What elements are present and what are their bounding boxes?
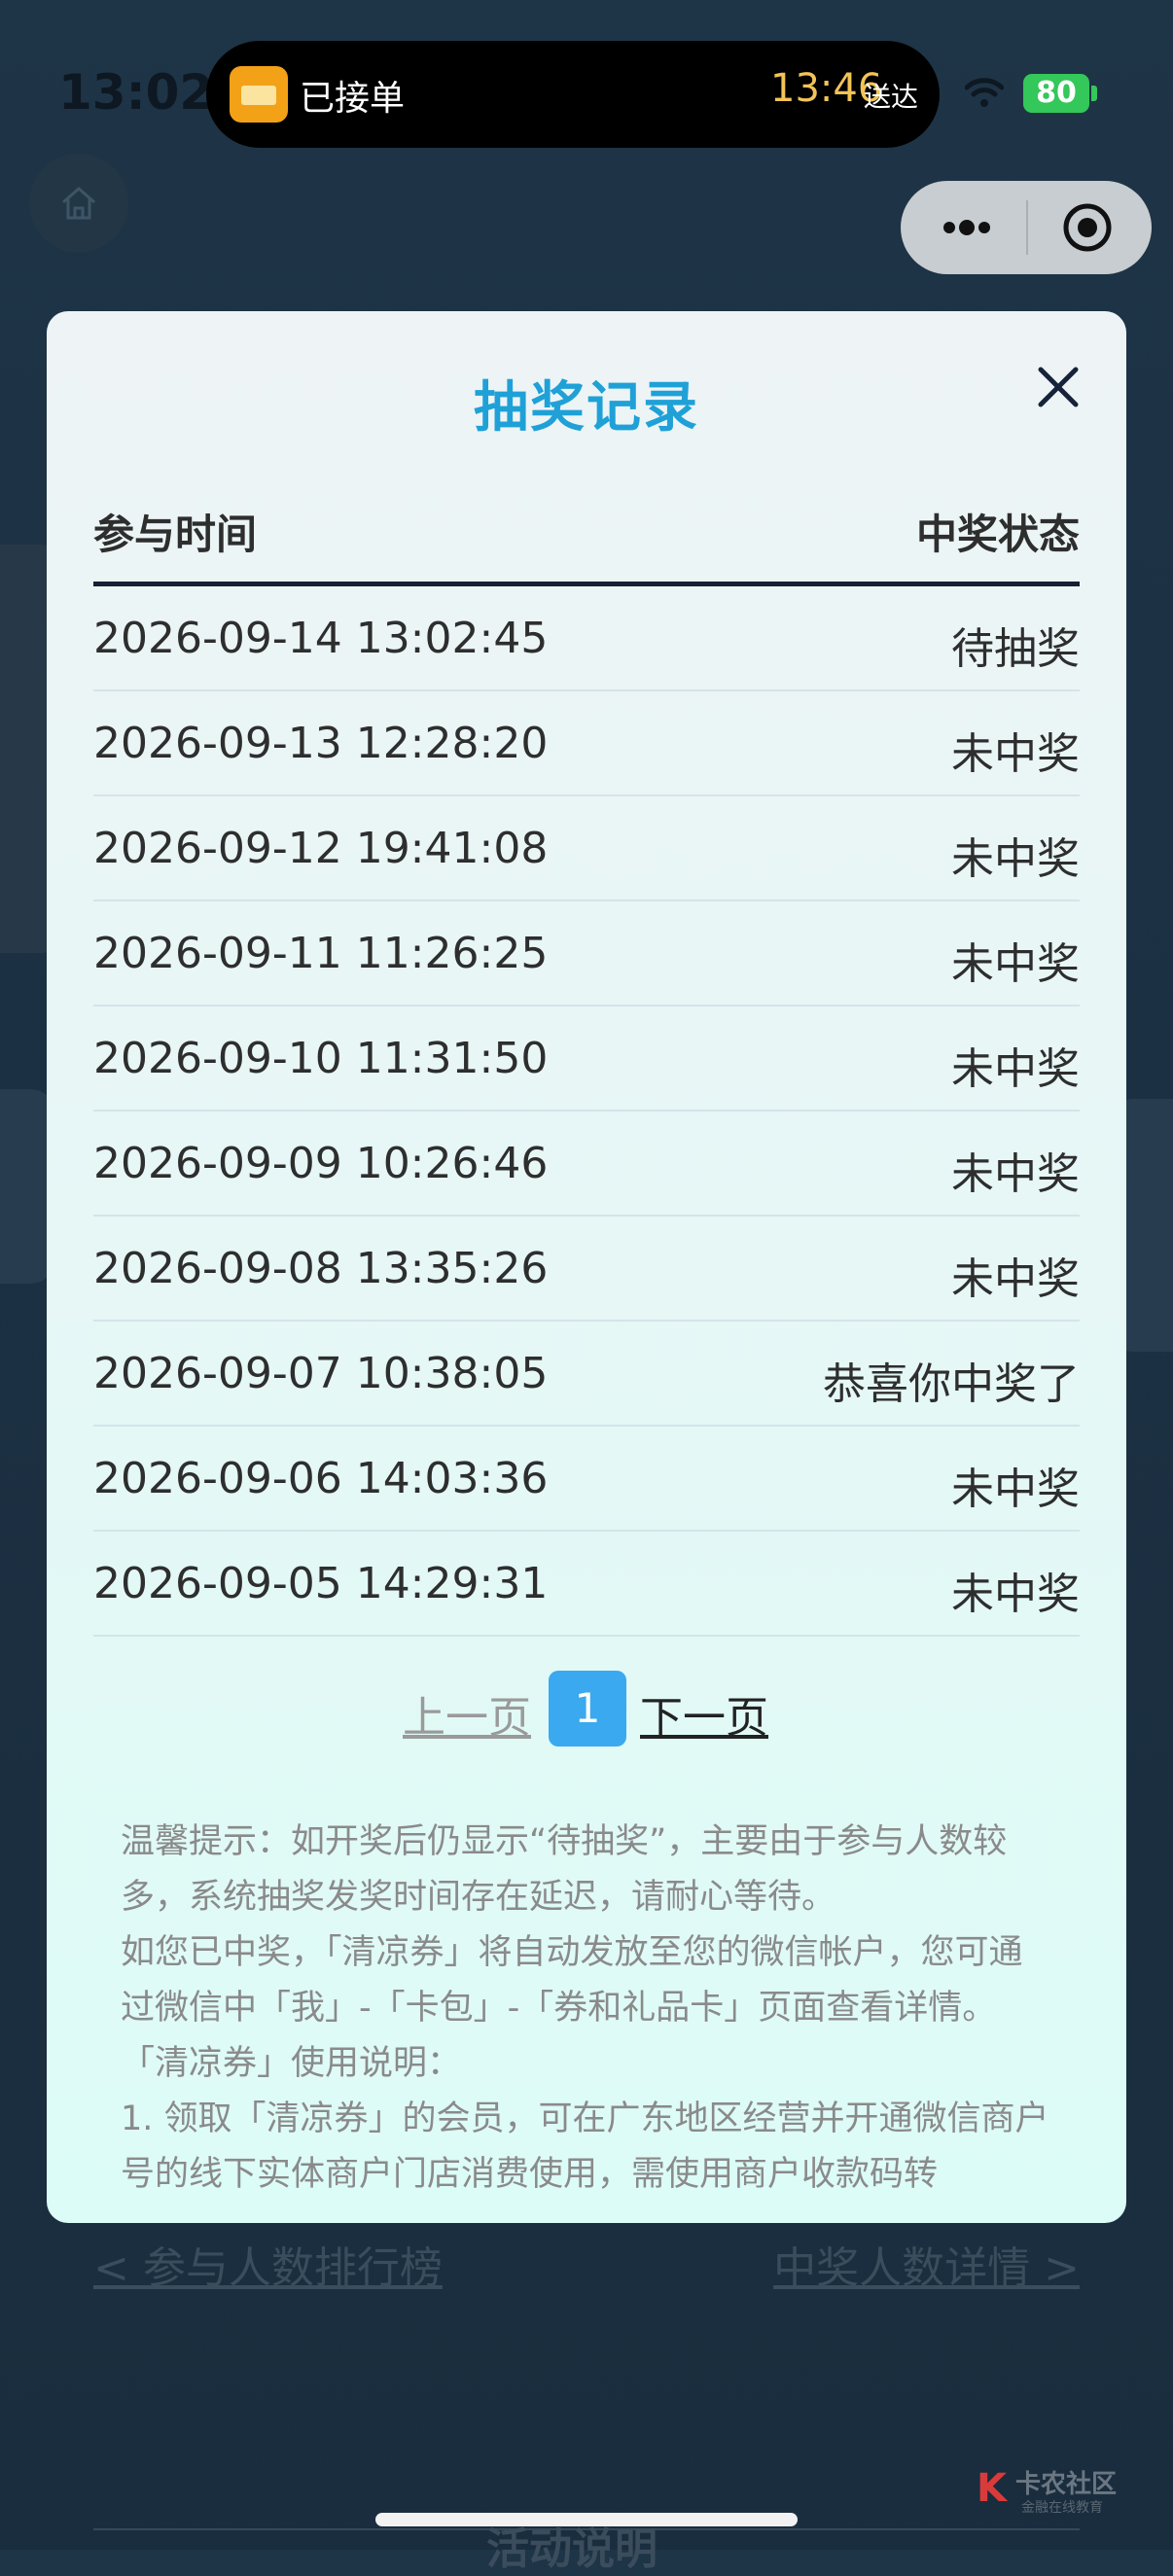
table-row: 2026-09-12 19:41:08 未中奖 — [93, 796, 1080, 901]
tip-paragraph: 如您已中奖，「清凉券」将自动发放至您的微信帐户，您可通过微信中「我」-「卡包」-… — [121, 1933, 1023, 2028]
tips-text: 温馨提示：如开奖后仍显示“待抽奖”，主要由于参与人数较多，系统抽奖发奖时间存在延… — [121, 1815, 1052, 2203]
participation-time: 2026-09-14 13:02:45 — [93, 614, 549, 663]
home-icon — [62, 187, 95, 220]
order-status: 已接单 — [300, 79, 406, 119]
home-button[interactable] — [29, 154, 128, 253]
prize-status: 未中奖 — [951, 1149, 1080, 1199]
delivery-app-icon — [230, 66, 288, 123]
table-row: 2026-09-07 10:38:05 恭喜你中奖了 — [93, 1322, 1080, 1427]
ranking-link[interactable]: < 参与人数排行榜 — [93, 2233, 443, 2295]
mini-program-capsule — [901, 181, 1152, 274]
participation-time: 2026-09-06 14:03:36 — [93, 1454, 549, 1503]
status-time: 13:02 — [58, 64, 214, 121]
table-row: 2026-09-11 11:26:25 未中奖 — [93, 901, 1080, 1006]
column-header-status: 中奖状态 — [915, 511, 1080, 558]
lottery-record-modal: 抽奖记录 参与时间 中奖状态 2026-09-14 13:02:45 待抽奖 20… — [47, 311, 1126, 2223]
watermark-subtitle: 金融在线教育 — [1021, 2500, 1103, 2516]
participation-time: 2026-09-12 19:41:08 — [93, 824, 549, 873]
column-header-time: 参与时间 — [93, 511, 258, 558]
participation-time: 2026-09-11 11:26:25 — [93, 929, 549, 978]
target-icon[interactable] — [1060, 200, 1115, 255]
table-row: 2026-09-09 10:26:46 未中奖 — [93, 1112, 1080, 1217]
delivery-eta-suffix: 送达 — [864, 81, 919, 113]
prize-status: 未中奖 — [951, 1044, 1080, 1094]
tip-paragraph: 「清凉券」使用说明： — [121, 2044, 462, 2083]
prize-status: 待抽奖 — [951, 624, 1080, 674]
pagination: 上一页 1 下一页 — [47, 1671, 1126, 1748]
participation-time: 2026-09-05 14:29:31 — [93, 1559, 549, 1608]
more-icon[interactable] — [938, 205, 996, 250]
wifi-icon — [965, 78, 1004, 107]
home-indicator[interactable] — [375, 2513, 798, 2526]
battery-indicator: 80 — [1023, 74, 1089, 113]
table-row: 2026-09-14 13:02:45 待抽奖 — [93, 586, 1080, 691]
prize-status: 未中奖 — [951, 1254, 1080, 1304]
modal-title: 抽奖记录 — [474, 376, 699, 440]
prize-status: 未中奖 — [951, 729, 1080, 779]
table-row: 2026-09-08 13:35:26 未中奖 — [93, 1217, 1080, 1322]
prize-status: 未中奖 — [951, 1464, 1080, 1514]
table-row: 2026-09-05 14:29:31 未中奖 — [93, 1532, 1080, 1637]
prize-status: 未中奖 — [951, 834, 1080, 884]
tip-paragraph: 温馨提示：如开奖后仍显示“待抽奖”，主要由于参与人数较多，系统抽奖发奖时间存在延… — [121, 1822, 1008, 1917]
participation-time: 2026-09-08 13:35:26 — [93, 1244, 549, 1293]
table-row: 2026-09-13 12:28:20 未中奖 — [93, 691, 1080, 796]
participation-time: 2026-09-10 11:31:50 — [93, 1034, 549, 1083]
capsule-divider — [1026, 200, 1028, 255]
prize-status: 恭喜你中奖了 — [823, 1359, 1080, 1409]
winners-detail-link[interactable]: 中奖人数详情 > — [773, 2233, 1080, 2295]
battery-tip — [1091, 86, 1097, 101]
participation-time: 2026-09-07 10:38:05 — [93, 1349, 549, 1398]
record-list: 2026-09-14 13:02:45 待抽奖 2026-09-13 12:28:… — [93, 586, 1080, 1637]
participation-time: 2026-09-13 12:28:20 — [93, 719, 549, 768]
table-row: 2026-09-10 11:31:50 未中奖 — [93, 1006, 1080, 1112]
current-page[interactable]: 1 — [549, 1671, 626, 1747]
watermark-logo: K 卡农社区 金融在线教育 — [977, 2462, 1122, 2521]
table-row: 2026-09-06 14:03:36 未中奖 — [93, 1427, 1080, 1532]
next-page-button[interactable]: 下一页 — [640, 1682, 768, 1745]
close-icon[interactable] — [1031, 360, 1085, 414]
prize-status: 未中奖 — [951, 939, 1080, 989]
prize-status: 未中奖 — [951, 1570, 1080, 1619]
watermark-title: 卡农社区 — [1015, 2470, 1118, 2499]
dynamic-island[interactable]: 已接单 13:46 送达 — [206, 41, 940, 148]
tip-paragraph: 1. 领取「清凉券」的会员，可在广东地区经营并开通微信商户号的线下实体商户门店消… — [121, 2100, 1049, 2194]
prev-page-button[interactable]: 上一页 — [403, 1682, 531, 1745]
participation-time: 2026-09-09 10:26:46 — [93, 1139, 549, 1188]
watermark-mark: K — [977, 2466, 1007, 2511]
